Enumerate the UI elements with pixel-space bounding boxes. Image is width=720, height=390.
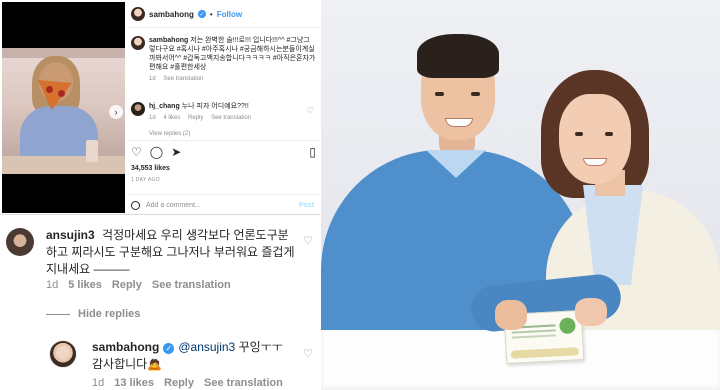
caption: sambahong 저는 완벽한 술!!!로!!! 입니다!!!^^ #그냥그렇… [131,36,316,84]
caption-meta: 1d See translation [149,75,316,84]
divider [127,140,320,141]
post-header: sambahong ✓ • Follow [131,6,242,22]
caption-age: 1d [149,76,156,82]
view-replies-link[interactable]: View replies (2) [149,131,190,137]
reply-body: sambahong ✓ @ansujin3 꾸잉ㅜㅜ 감사합니다🙇 [92,339,297,373]
comment-age: 1d [46,279,59,291]
avatar[interactable] [131,7,145,21]
pepperoni [58,90,65,97]
see-translation-link[interactable]: See translation [211,115,251,121]
book-tree [559,317,576,335]
verified-badge-icon: ✓ [197,10,206,18]
reply-button[interactable]: Reply [112,279,142,291]
avatar[interactable] [131,36,145,50]
share-icon[interactable]: ➤ [171,145,181,159]
verified-badge-icon: ✓ [163,343,175,354]
comment-likes[interactable]: 5 likes [68,279,102,291]
hide-replies-label[interactable]: Hide replies [78,308,140,320]
table [2,156,125,174]
reply-likes[interactable]: 13 likes [114,377,154,389]
heart-icon[interactable]: ♡ [131,145,142,159]
see-translation-link[interactable]: See translation [204,377,283,389]
man-eye [471,92,480,96]
like-count[interactable]: 34,553 likes [131,165,170,172]
post-username[interactable]: sambahong [149,10,194,19]
post-photo[interactable]: › [2,2,125,213]
comment-thread: ansujin3 걱정마세요 우리 생각보다 언론도구분하고 찌라시도 구분해요… [0,216,320,390]
comment-age: 1d [149,115,156,121]
heart-icon[interactable]: ♡ [307,106,314,115]
reply-meta: 1d 13 likes Reply See translation [92,377,283,389]
see-translation-link[interactable]: See translation [152,279,231,291]
caption-username[interactable]: sambahong [149,37,188,44]
mention-link[interactable]: @ansujin3 [178,340,235,354]
photo-scene [2,48,125,174]
avatar[interactable] [131,102,145,116]
man-hand [495,300,527,330]
reply-username[interactable]: sambahong [92,340,159,354]
post-sidebar: sambahong ✓ • Follow sambahong 저는 완벽한 술!… [127,0,320,215]
reply-button[interactable]: Reply [188,115,203,121]
comment-username[interactable]: hj_chang [149,103,180,110]
comment-icon[interactable]: ◯ [150,145,163,159]
book-ground [510,347,580,359]
reply-age: 1d [92,377,105,389]
man-eye [435,92,444,96]
couple-photo [321,0,720,390]
comment-likes[interactable]: 4 likes [163,115,180,121]
comment-body: ansujin3 걱정마세요 우리 생각보다 언론도구분하고 찌라시도 구분해요… [46,227,296,278]
comment-input[interactable]: Add a comment... [146,202,299,209]
separator-dot: • [209,9,213,19]
divider [127,27,320,28]
avatar[interactable] [6,228,34,256]
instagram-post: › sambahong ✓ • Follow sambahong 저는 완벽한 … [0,0,320,215]
see-translation-link[interactable]: See translation [163,76,203,82]
comment-text: 누나 피자 어디예요??!! [181,103,249,110]
comment-meta: 1d 4 likes Reply See translation [149,114,316,123]
comment-meta: 1d 5 likes Reply See translation [46,279,231,291]
hide-replies-link[interactable]: Hide replies [46,308,140,320]
comment-row: hj_chang 누나 피자 어디예요??!! 1d 4 likes Reply… [131,102,316,123]
woman-eye [605,132,613,136]
action-bar: ♡ ◯ ➤ ▯ [131,144,316,160]
divider-line [46,313,70,315]
add-comment-bar: Add a comment... Post [127,194,320,215]
comment-username[interactable]: ansujin3 [46,228,95,242]
woman-eye [575,132,583,136]
follow-button[interactable]: Follow [217,10,242,19]
bookmark-icon[interactable]: ▯ [309,145,316,159]
woman-face [559,94,631,184]
chevron-right-icon[interactable]: › [109,105,123,119]
man-hair [417,34,499,78]
avatar[interactable] [49,340,77,368]
woman-hand [575,298,607,326]
reply-button[interactable]: Reply [164,377,194,389]
heart-icon[interactable]: ♡ [303,234,313,247]
heart-icon[interactable]: ♡ [303,347,313,360]
emoji-icon[interactable] [131,200,140,210]
cup [86,140,98,162]
post-button[interactable]: Post [299,202,314,209]
pepperoni [46,86,53,93]
timestamp: 1 DAY AGO [131,177,160,183]
